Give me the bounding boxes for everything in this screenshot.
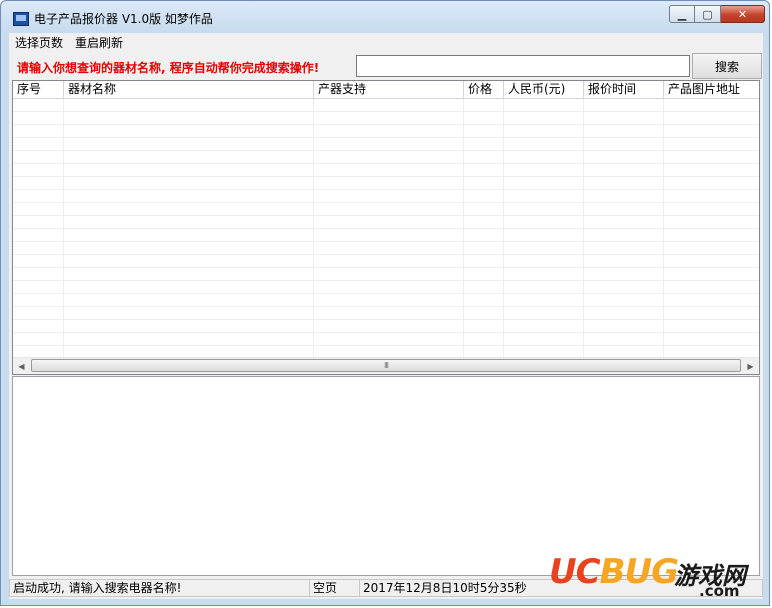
table-row xyxy=(13,164,759,177)
table-row xyxy=(13,294,759,307)
table-row xyxy=(13,268,759,281)
table-row xyxy=(13,255,759,268)
column-divider xyxy=(63,99,64,359)
status-page: 空页 xyxy=(309,579,359,597)
column-divider xyxy=(313,99,314,359)
column-header-index[interactable]: 序号 xyxy=(13,81,64,98)
table-row xyxy=(13,99,759,112)
minimize-icon: ▁ xyxy=(677,7,687,21)
scroll-right-icon[interactable]: ▶ xyxy=(742,358,759,374)
watermark-brand: UCBUG xyxy=(549,552,679,592)
table-header: 序号 器材名称 产器支持 价格 人民币(元) 报价时间 产品图片地址 xyxy=(13,81,759,99)
menu-bar: 选择页数 重启刷新 xyxy=(9,33,763,53)
column-divider xyxy=(583,99,584,359)
table-row xyxy=(13,216,759,229)
column-header-image-url[interactable]: 产品图片地址 xyxy=(664,81,759,98)
table-row xyxy=(13,320,759,333)
ucbug-watermark-logo: UCBUG 游戏网 .com xyxy=(549,552,764,600)
window-controls: ▁ ▢ ✕ xyxy=(669,5,765,23)
close-button[interactable]: ✕ xyxy=(721,5,765,23)
minimize-button[interactable]: ▁ xyxy=(669,5,695,23)
column-header-quote-time[interactable]: 报价时间 xyxy=(584,81,664,98)
search-input[interactable] xyxy=(356,55,690,77)
maximize-button[interactable]: ▢ xyxy=(695,5,721,23)
scroll-thumb[interactable]: III xyxy=(31,359,741,372)
table-row xyxy=(13,112,759,125)
table-row xyxy=(13,190,759,203)
search-row: 请输入你想查询的器材名称, 程序自动帮你完成搜索操作! 搜索 xyxy=(9,53,763,79)
status-message: 启动成功, 请输入搜索电器名称! xyxy=(9,579,309,597)
table-row xyxy=(13,242,759,255)
table-row xyxy=(13,125,759,138)
table-row xyxy=(13,177,759,190)
table-row xyxy=(13,229,759,242)
column-divider xyxy=(663,99,664,359)
detail-pane[interactable] xyxy=(12,376,760,576)
column-header-price[interactable]: 价格 xyxy=(464,81,504,98)
close-icon: ✕ xyxy=(737,7,748,21)
table-body xyxy=(13,99,759,359)
column-header-rmb[interactable]: 人民币(元) xyxy=(504,81,584,98)
scroll-left-icon[interactable]: ◀ xyxy=(13,358,30,374)
watermark-domain: .com xyxy=(699,582,740,600)
table-row xyxy=(13,281,759,294)
table-row xyxy=(13,307,759,320)
menu-select-page[interactable]: 选择页数 xyxy=(9,33,69,53)
table-row xyxy=(13,203,759,216)
column-header-support[interactable]: 产器支持 xyxy=(314,81,464,98)
menu-restart-refresh[interactable]: 重启刷新 xyxy=(69,33,129,53)
horizontal-scrollbar[interactable]: ◀ III ▶ xyxy=(13,357,759,374)
results-table[interactable]: 序号 器材名称 产器支持 价格 人民币(元) 报价时间 产品图片地址 ◀ III… xyxy=(12,80,760,375)
column-divider xyxy=(503,99,504,359)
table-row xyxy=(13,151,759,164)
column-divider xyxy=(463,99,464,359)
title-bar[interactable]: 电子产品报价器 V1.0版 如梦作品 ▁ ▢ ✕ xyxy=(1,1,769,33)
column-header-name[interactable]: 器材名称 xyxy=(64,81,314,98)
search-button[interactable]: 搜索 xyxy=(692,53,762,79)
window-title: 电子产品报价器 V1.0版 如梦作品 xyxy=(34,12,213,26)
maximize-icon: ▢ xyxy=(702,7,713,21)
client-area: 选择页数 重启刷新 请输入你想查询的器材名称, 程序自动帮你完成搜索操作! 搜索… xyxy=(9,33,763,599)
table-row xyxy=(13,333,759,346)
app-window: 电子产品报价器 V1.0版 如梦作品 ▁ ▢ ✕ 选择页数 重启刷新 请输入你想… xyxy=(0,0,770,606)
table-row xyxy=(13,138,759,151)
search-prompt: 请输入你想查询的器材名称, 程序自动帮你完成搜索操作! xyxy=(17,61,320,75)
app-icon xyxy=(13,12,29,26)
